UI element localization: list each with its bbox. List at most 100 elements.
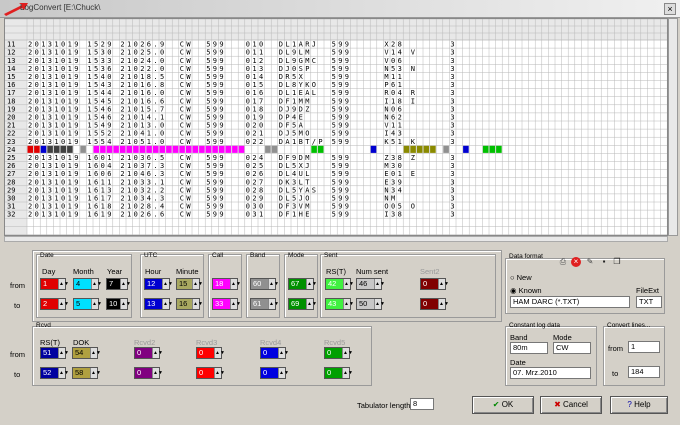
grid-cell-char: 0 [35, 186, 39, 194]
band-to-select[interactable]: 61 ▲▼ [250, 298, 279, 310]
grid-cell-char: C [180, 162, 184, 170]
grid-cell-char: 1 [68, 73, 72, 81]
grid-cell-char: 9 [74, 97, 78, 105]
band-from-select[interactable]: 60 ▲▼ [250, 278, 279, 290]
mode-constant-select[interactable]: CW [553, 342, 591, 354]
grid-cell-char: 1 [252, 81, 256, 89]
band-constant-select[interactable]: 80m [510, 342, 548, 354]
grid-cell-char: 6 [391, 81, 395, 89]
convert-to-input[interactable]: 184 [628, 366, 660, 378]
day-from-select[interactable]: 1 ▲▼ [40, 278, 69, 290]
rcvd3-to-select[interactable]: 0 ▲▼ [196, 367, 225, 379]
grid-cell-char: 0 [61, 89, 65, 97]
grid-cell-char: 2 [28, 57, 32, 65]
row-number: 29 [7, 186, 15, 194]
rcvd5-to-select[interactable]: 0 ▲▼ [324, 367, 353, 379]
rcvd-rst-from-select[interactable]: 51 ▲▼ [40, 347, 69, 359]
rcvd-rst-to-select[interactable]: 52 ▲▼ [40, 367, 69, 379]
data-grid[interactable]: 11 2 0 1 3 1 0 1 9 1 5 2 9 2 1 0 2 6. 9 C W 5 9 9 0 1 0 D L 1 A R J 5 9 9 X 2… [4, 18, 668, 236]
format-select[interactable]: HAM DARC (*.TXT) [510, 296, 630, 308]
grid-cell-char: 3 [252, 203, 256, 211]
date-constant-input[interactable]: 07. Mrz.2010 [510, 367, 591, 379]
vertical-scrollbar[interactable] [668, 18, 678, 236]
grid-cell-char: 2 [28, 186, 32, 194]
month-to-select[interactable]: 5 ▲▼ [73, 298, 102, 310]
grid-cell-char: 1 [140, 89, 144, 97]
color-marker [185, 145, 192, 153]
grid-cell-char: 1 [87, 57, 91, 65]
grid-cell-char: 4 [101, 97, 105, 105]
dok-from-select[interactable]: 54 ▲▼ [72, 347, 101, 359]
row-number: 13 [7, 57, 15, 65]
dok-to-select[interactable]: 58 ▲▼ [72, 367, 101, 379]
grid-cell-char: 9 [345, 186, 349, 194]
grid-cell-char: 1 [292, 89, 296, 97]
hour-from-select[interactable]: 12 ▲▼ [144, 278, 173, 290]
num-sent-from-select[interactable]: 46 ▲▼ [356, 278, 385, 290]
day-to-select[interactable]: 2 ▲▼ [40, 298, 69, 310]
rcvd2-to-select[interactable]: 0 ▲▼ [134, 367, 163, 379]
known-radio[interactable]: ◉ Known [510, 286, 542, 295]
grid-cell-char: C [180, 97, 184, 105]
mode-to-select[interactable]: 69 ▲▼ [288, 298, 317, 310]
rcvd-from-label: from [10, 350, 25, 359]
grid-cell-char: 9 [74, 195, 78, 203]
grid-cell-char: V [299, 203, 304, 211]
minute-to-select[interactable]: 16 ▲▼ [176, 298, 203, 310]
fileext-input[interactable]: TXT [636, 296, 662, 308]
ok-button[interactable]: ✔ OK [472, 396, 534, 414]
new-radio[interactable]: ○ New [510, 273, 532, 282]
grid-cell-char: 2 [28, 114, 32, 122]
minute-from-select[interactable]: 15 ▲▼ [176, 278, 203, 290]
rcvd3-from-select[interactable]: 0 ▲▼ [196, 347, 225, 359]
open-icon[interactable]: ⎙ [558, 257, 568, 267]
call-from-select[interactable]: 18 ▲▼ [212, 278, 241, 290]
grid-cell-char: D [299, 105, 303, 113]
sent2-from-select[interactable]: 0 ▲▼ [420, 278, 449, 290]
tab-length-input[interactable]: 8 [410, 398, 434, 410]
grid-cell-char: C [180, 81, 184, 89]
close-button[interactable]: × [664, 3, 676, 15]
edit-icon[interactable]: ✎ [585, 257, 595, 267]
sent2-to-select[interactable]: 0 ▲▼ [420, 298, 449, 310]
year-to-select[interactable]: 10 ▲▼ [106, 298, 131, 310]
grid-cell-char: 1 [140, 114, 144, 122]
sent-rst-from-select[interactable]: 42 ▲▼ [325, 278, 354, 290]
color-marker [410, 145, 416, 153]
color-marker [430, 145, 436, 153]
help-button[interactable]: ? Help [610, 396, 668, 414]
grid-cell-char: 9 [345, 162, 349, 170]
delete-icon[interactable]: × [571, 257, 581, 267]
sent-rst-to-select[interactable]: 43 ▲▼ [325, 298, 354, 310]
save-icon[interactable]: ▪ [599, 257, 609, 267]
rcvd4-to-select[interactable]: 0 ▲▼ [260, 367, 289, 379]
grid-cell-char: 3 [450, 154, 454, 162]
grid-cell-char: C [180, 130, 184, 138]
convert-from-input[interactable]: 1 [628, 341, 660, 353]
grid-cell-char: 2 [120, 89, 124, 97]
grid-cell-char: 3 [48, 138, 52, 146]
year-from-select[interactable]: 7 ▲▼ [106, 278, 131, 290]
rcvd5-from-select[interactable]: 0 ▲▼ [324, 347, 353, 359]
mode-from-select[interactable]: 67 ▲▼ [288, 278, 317, 290]
grid-cell-char: W [186, 105, 191, 113]
grid-cell-char: 6 [107, 170, 111, 178]
cancel-button[interactable]: ✖ Cancel [540, 396, 602, 414]
grid-cell-char: 5 [206, 203, 210, 211]
grid-cell-char: W [186, 154, 191, 162]
grid-cell-char: 1 [252, 41, 256, 49]
grid-cell-char: 9 [219, 170, 223, 178]
grid-cell-char: 9 [338, 49, 342, 57]
grid-cell-char: 2 [28, 73, 32, 81]
horizontal-scrollbar[interactable] [4, 236, 668, 242]
call-to-select[interactable]: 33 ▲▼ [212, 298, 241, 310]
rcvd4-from-select[interactable]: 0 ▲▼ [260, 347, 289, 359]
grid-cell-char: 0 [61, 195, 65, 203]
grid-cell-char: 1 [68, 203, 72, 211]
hour-to-select[interactable]: 13 ▲▼ [144, 298, 173, 310]
copy-icon[interactable]: ❐ [612, 257, 622, 267]
rcvd2-from-select[interactable]: 0 ▲▼ [134, 347, 163, 359]
convert-to-label: to [612, 369, 619, 378]
num-sent-to-select[interactable]: 50 ▲▼ [356, 298, 385, 310]
month-from-select[interactable]: 4 ▲▼ [73, 278, 102, 290]
